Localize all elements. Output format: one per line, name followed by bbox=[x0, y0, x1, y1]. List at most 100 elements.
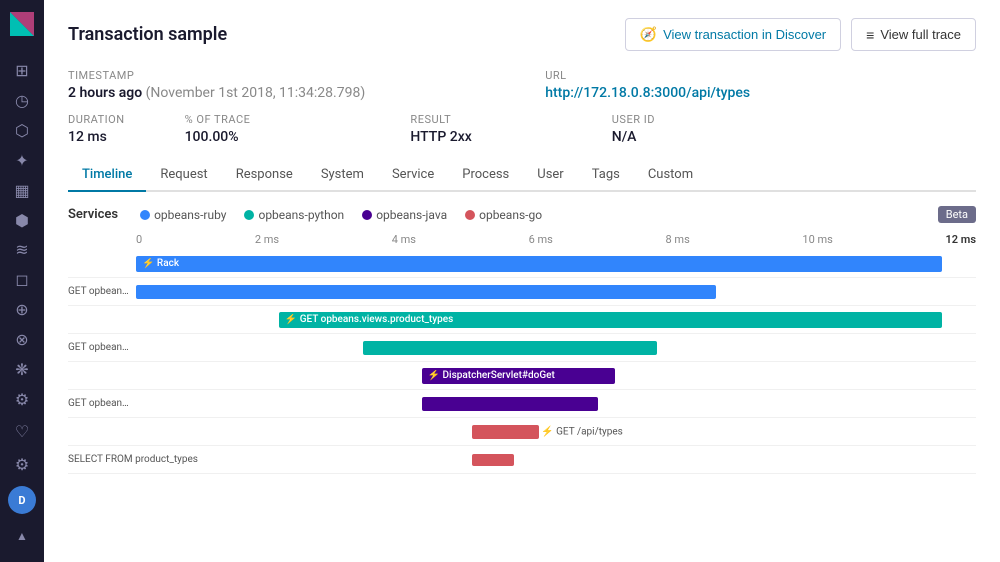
graph-icon[interactable]: ❋ bbox=[6, 356, 38, 382]
axis-label-6ms: 6 ms bbox=[529, 233, 553, 246]
service-python: opbeans-python bbox=[244, 208, 344, 222]
span-bar-go bbox=[422, 397, 598, 411]
pct-trace-label: % of trace bbox=[185, 113, 251, 126]
maps-icon[interactable]: ⊕ bbox=[6, 297, 38, 323]
span-bar-area-java bbox=[136, 334, 976, 361]
ml-icon[interactable]: ⊗ bbox=[6, 327, 38, 353]
timelion-icon[interactable]: ≋ bbox=[6, 237, 38, 263]
user-id-item: User ID N/A bbox=[612, 113, 655, 145]
span-row-rack: ⚡ Rack bbox=[68, 250, 976, 278]
product-types-bar-label: ⚡ GET opbeans.views.product_types bbox=[279, 314, 454, 325]
span-bar-python bbox=[136, 285, 716, 299]
panel-header: Transaction sample 🧭 View transaction in… bbox=[68, 18, 976, 51]
tab-request[interactable]: Request bbox=[146, 159, 221, 192]
service-ruby: opbeans-ruby bbox=[140, 208, 226, 222]
home-icon[interactable]: ⊞ bbox=[6, 58, 38, 84]
visualize-icon[interactable]: ⬢ bbox=[6, 207, 38, 233]
span-row-python: GET opbeans-python bbox=[68, 278, 976, 306]
go-dot bbox=[465, 210, 475, 220]
service-java: opbeans-java bbox=[362, 208, 447, 222]
service-go: opbeans-go bbox=[465, 208, 542, 222]
shield-icon[interactable]: ⬡ bbox=[6, 118, 38, 144]
services-label: Services bbox=[68, 207, 118, 222]
monitoring-icon[interactable]: ♡ bbox=[6, 418, 38, 444]
python-dot bbox=[244, 210, 254, 220]
user-id-value: N/A bbox=[612, 129, 655, 145]
dashboard-icon[interactable]: ▦ bbox=[6, 177, 38, 203]
span-row-go: GET opbeans-go bbox=[68, 390, 976, 418]
axis-label-10ms: 10 ms bbox=[802, 233, 832, 246]
span-bar-area-api-types: ⚡ GET /api/types bbox=[136, 418, 976, 445]
axis-label-12ms: 12 ms bbox=[945, 233, 976, 246]
beta-badge: Beta bbox=[938, 206, 976, 223]
tab-process[interactable]: Process bbox=[448, 159, 523, 192]
view-discover-button[interactable]: 🧭 View transaction in Discover bbox=[625, 18, 842, 51]
transaction-panel: Transaction sample 🧭 View transaction in… bbox=[44, 0, 1000, 562]
span-bar-java bbox=[363, 341, 657, 355]
tab-service[interactable]: Service bbox=[378, 159, 448, 192]
span-label-go: GET opbeans-go bbox=[68, 398, 136, 409]
result-item: Result HTTP 2xx bbox=[410, 113, 471, 145]
result-label: Result bbox=[410, 113, 471, 126]
spans-area: ⚡ Rack GET opbeans-python bbox=[68, 250, 976, 474]
arrow-up-icon[interactable]: ▲ bbox=[6, 520, 38, 552]
canvas-icon[interactable]: ◻ bbox=[6, 267, 38, 293]
tab-user[interactable]: User bbox=[523, 159, 577, 192]
axis-label-8ms: 8 ms bbox=[666, 233, 690, 246]
dispatcher-bar-label: ⚡ DispatcherServlet#doGet bbox=[422, 370, 555, 381]
span-label-java: GET opbeans-java:3000 bbox=[68, 342, 136, 353]
timestamp-full: (November 1st 2018, 11:34:28.798) bbox=[146, 85, 366, 101]
tab-response[interactable]: Response bbox=[222, 159, 307, 192]
pct-trace-item: % of trace 100.00% bbox=[185, 113, 251, 145]
timestamp-value: 2 hours ago (November 1st 2018, 11:34:28… bbox=[68, 85, 365, 101]
duration-value: 12 ms bbox=[68, 129, 125, 145]
span-bar-area-go bbox=[136, 390, 976, 417]
apm-icon[interactable]: ◷ bbox=[6, 88, 38, 114]
timestamp-ago: 2 hours ago bbox=[68, 85, 142, 101]
tab-tags[interactable]: Tags bbox=[578, 159, 634, 192]
tab-system[interactable]: System bbox=[307, 159, 378, 192]
pct-trace-value: 100.00% bbox=[185, 129, 251, 145]
kibana-logo[interactable] bbox=[6, 8, 38, 40]
meta-row-2: Duration 12 ms % of trace 100.00% Result… bbox=[68, 113, 976, 145]
settings-icon[interactable]: ⚙ bbox=[6, 448, 38, 480]
span-bar-api-types bbox=[472, 425, 539, 439]
user-id-label: User ID bbox=[612, 113, 655, 126]
timeline-chart: 0 2 ms 4 ms 6 ms 8 ms 10 ms 12 ms ⚡ Rack bbox=[68, 233, 976, 544]
duration-label: Duration bbox=[68, 113, 125, 126]
java-dot bbox=[362, 210, 372, 220]
meta-row-1: Timestamp 2 hours ago (November 1st 2018… bbox=[68, 69, 976, 101]
dev-tools-icon[interactable]: ⚙ bbox=[6, 386, 38, 412]
list-icon: ≡ bbox=[866, 27, 874, 43]
span-bar-area-python bbox=[136, 278, 976, 305]
url-item: URL http://172.18.0.8:3000/api/types bbox=[545, 69, 750, 101]
sidebar: ⊞ ◷ ⬡ ✦ ▦ ⬢ ≋ ◻ ⊕ ⊗ ❋ ⚙ ♡ ⚙ D ▲ bbox=[0, 0, 44, 562]
tab-timeline[interactable]: Timeline bbox=[68, 159, 146, 192]
view-trace-button[interactable]: ≡ View full trace bbox=[851, 18, 976, 51]
discover-icon[interactable]: ✦ bbox=[6, 148, 38, 174]
panel-title: Transaction sample bbox=[68, 24, 227, 45]
span-bar-area-product-types: ⚡ GET opbeans.views.product_types bbox=[136, 306, 976, 333]
span-row-select: SELECT FROM product_types bbox=[68, 446, 976, 474]
span-bar-rack: ⚡ Rack bbox=[136, 256, 942, 272]
avatar[interactable]: D bbox=[8, 486, 36, 514]
timestamp-item: Timestamp 2 hours ago (November 1st 2018… bbox=[68, 69, 365, 101]
tab-bar: Timeline Request Response System Service… bbox=[68, 159, 976, 192]
ruby-dot bbox=[140, 210, 150, 220]
api-types-outside-label: ⚡ GET /api/types bbox=[541, 426, 623, 437]
span-row-product-types: ⚡ GET opbeans.views.product_types bbox=[68, 306, 976, 334]
url-label: URL bbox=[545, 69, 750, 82]
timestamp-label: Timestamp bbox=[68, 69, 365, 82]
compass-icon: 🧭 bbox=[640, 26, 657, 43]
span-bar-product-types: ⚡ GET opbeans.views.product_types bbox=[279, 312, 943, 328]
span-row-dispatcher: ⚡ DispatcherServlet#doGet bbox=[68, 362, 976, 390]
span-row-java: GET opbeans-java:3000 bbox=[68, 334, 976, 362]
span-label-python: GET opbeans-python bbox=[68, 286, 136, 297]
axis-label-2ms: 2 ms bbox=[255, 233, 279, 246]
duration-item: Duration 12 ms bbox=[68, 113, 125, 145]
span-bar-dispatcher: ⚡ DispatcherServlet#doGet bbox=[422, 368, 615, 384]
tab-custom[interactable]: Custom bbox=[634, 159, 707, 192]
rack-bar-label: ⚡ Rack bbox=[136, 258, 179, 269]
services-legend: Services opbeans-ruby opbeans-python opb… bbox=[68, 206, 976, 223]
header-buttons: 🧭 View transaction in Discover ≡ View fu… bbox=[625, 18, 976, 51]
